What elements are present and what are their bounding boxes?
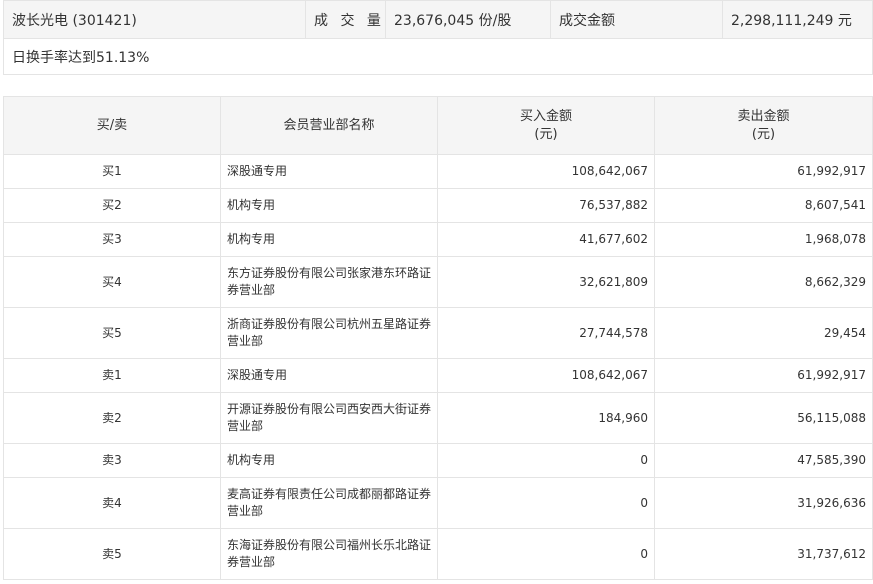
side-cell: 买3 (3, 222, 221, 257)
branch-cell: 开源证券股份有限公司西安西大街证券营业部 (220, 392, 438, 444)
buy-amount-cell: 108,642,067 (437, 358, 655, 393)
side-cell: 卖3 (3, 443, 221, 478)
side-cell: 买2 (3, 188, 221, 223)
branch-cell: 深股通专用 (220, 154, 438, 189)
sell-amount-cell: 61,992,917 (654, 358, 873, 393)
header-buy-line2: (元) (534, 126, 558, 142)
branch-cell: 机构专用 (220, 188, 438, 223)
table-row: 买3 机构专用 41,677,602 1,968,078 (3, 222, 873, 257)
sell-amount-cell: 8,662,329 (654, 256, 873, 308)
summary-row: 波长光电 (301421) 成 交 量 23,676,045 份/股 成交金额 … (3, 0, 873, 39)
turnover-row: 日换手率达到51.13% (3, 38, 873, 75)
branch-cell: 东方证券股份有限公司张家港东环路证券营业部 (220, 256, 438, 308)
sell-amount-cell: 1,968,078 (654, 222, 873, 257)
table-row: 买5 浙商证券股份有限公司杭州五星路证券营业部 27,744,578 29,45… (3, 307, 873, 359)
header-row: 买/卖 会员营业部名称 买入金额 (元) 卖出金额 (元) (3, 96, 873, 155)
branch-cell: 东海证券股份有限公司福州长乐北路证券营业部 (220, 528, 438, 580)
table-row: 卖4 麦高证券有限责任公司成都丽都路证券营业部 0 31,926,636 (3, 477, 873, 529)
stock-summary-table: 波长光电 (301421) 成 交 量 23,676,045 份/股 成交金额 … (3, 0, 873, 75)
buy-amount-cell: 76,537,882 (437, 188, 655, 223)
header-sell-amount: 卖出金额 (元) (654, 96, 873, 155)
branch-cell: 机构专用 (220, 443, 438, 478)
header-sell-line2: (元) (751, 126, 776, 142)
buy-amount-cell: 108,642,067 (437, 154, 655, 189)
buy-amount-cell: 0 (437, 528, 655, 580)
table-row: 卖1 深股通专用 108,642,067 61,992,917 (3, 358, 873, 393)
turnover-note: 日换手率达到51.13% (3, 38, 873, 75)
buy-amount-cell: 0 (437, 443, 655, 478)
buy-amount-cell: 32,621,809 (437, 256, 655, 308)
header-buy-amount: 买入金额 (元) (437, 96, 655, 155)
table-row: 买2 机构专用 76,537,882 8,607,541 (3, 188, 873, 223)
side-cell: 买1 (3, 154, 221, 189)
table-row: 买1 深股通专用 108,642,067 61,992,917 (3, 154, 873, 189)
header-sell-line1: 卖出金额 (737, 108, 790, 124)
table-row: 卖3 机构专用 0 47,585,390 (3, 443, 873, 478)
header-side: 买/卖 (3, 96, 221, 155)
side-cell: 买4 (3, 256, 221, 308)
branch-cell: 麦高证券有限责任公司成都丽都路证券营业部 (220, 477, 438, 529)
side-cell: 卖1 (3, 358, 221, 393)
stock-name: 波长光电 (301421) (3, 0, 306, 39)
buy-amount-cell: 0 (437, 477, 655, 529)
header-buy-line1: 买入金额 (519, 108, 572, 124)
header-branch: 会员营业部名称 (220, 96, 438, 155)
buy-amount-cell: 184,960 (437, 392, 655, 444)
trading-detail-table: 买/卖 会员营业部名称 买入金额 (元) 卖出金额 (元) 买1 深股通专用 1… (3, 96, 873, 580)
side-cell: 买5 (3, 307, 221, 359)
sell-amount-cell: 8,607,541 (654, 188, 873, 223)
sell-amount-cell: 29,454 (654, 307, 873, 359)
table-row: 买4 东方证券股份有限公司张家港东环路证券营业部 32,621,809 8,66… (3, 256, 873, 308)
branch-cell: 深股通专用 (220, 358, 438, 393)
buy-amount-cell: 27,744,578 (437, 307, 655, 359)
table-row: 卖5 东海证券股份有限公司福州长乐北路证券营业部 0 31,737,612 (3, 528, 873, 580)
volume-value: 23,676,045 份/股 (385, 0, 551, 39)
amount-label: 成交金额 (550, 0, 723, 39)
buy-amount-cell: 41,677,602 (437, 222, 655, 257)
sell-amount-cell: 61,992,917 (654, 154, 873, 189)
sell-amount-cell: 31,737,612 (654, 528, 873, 580)
sell-amount-cell: 47,585,390 (654, 443, 873, 478)
side-cell: 卖5 (3, 528, 221, 580)
sell-amount-cell: 31,926,636 (654, 477, 873, 529)
side-cell: 卖2 (3, 392, 221, 444)
amount-value: 2,298,111,249 元 (722, 0, 873, 39)
branch-cell: 浙商证券股份有限公司杭州五星路证券营业部 (220, 307, 438, 359)
branch-cell: 机构专用 (220, 222, 438, 257)
sell-amount-cell: 56,115,088 (654, 392, 873, 444)
table-row: 卖2 开源证券股份有限公司西安西大街证券营业部 184,960 56,115,0… (3, 392, 873, 444)
side-cell: 卖4 (3, 477, 221, 529)
volume-label: 成 交 量 (305, 0, 386, 39)
